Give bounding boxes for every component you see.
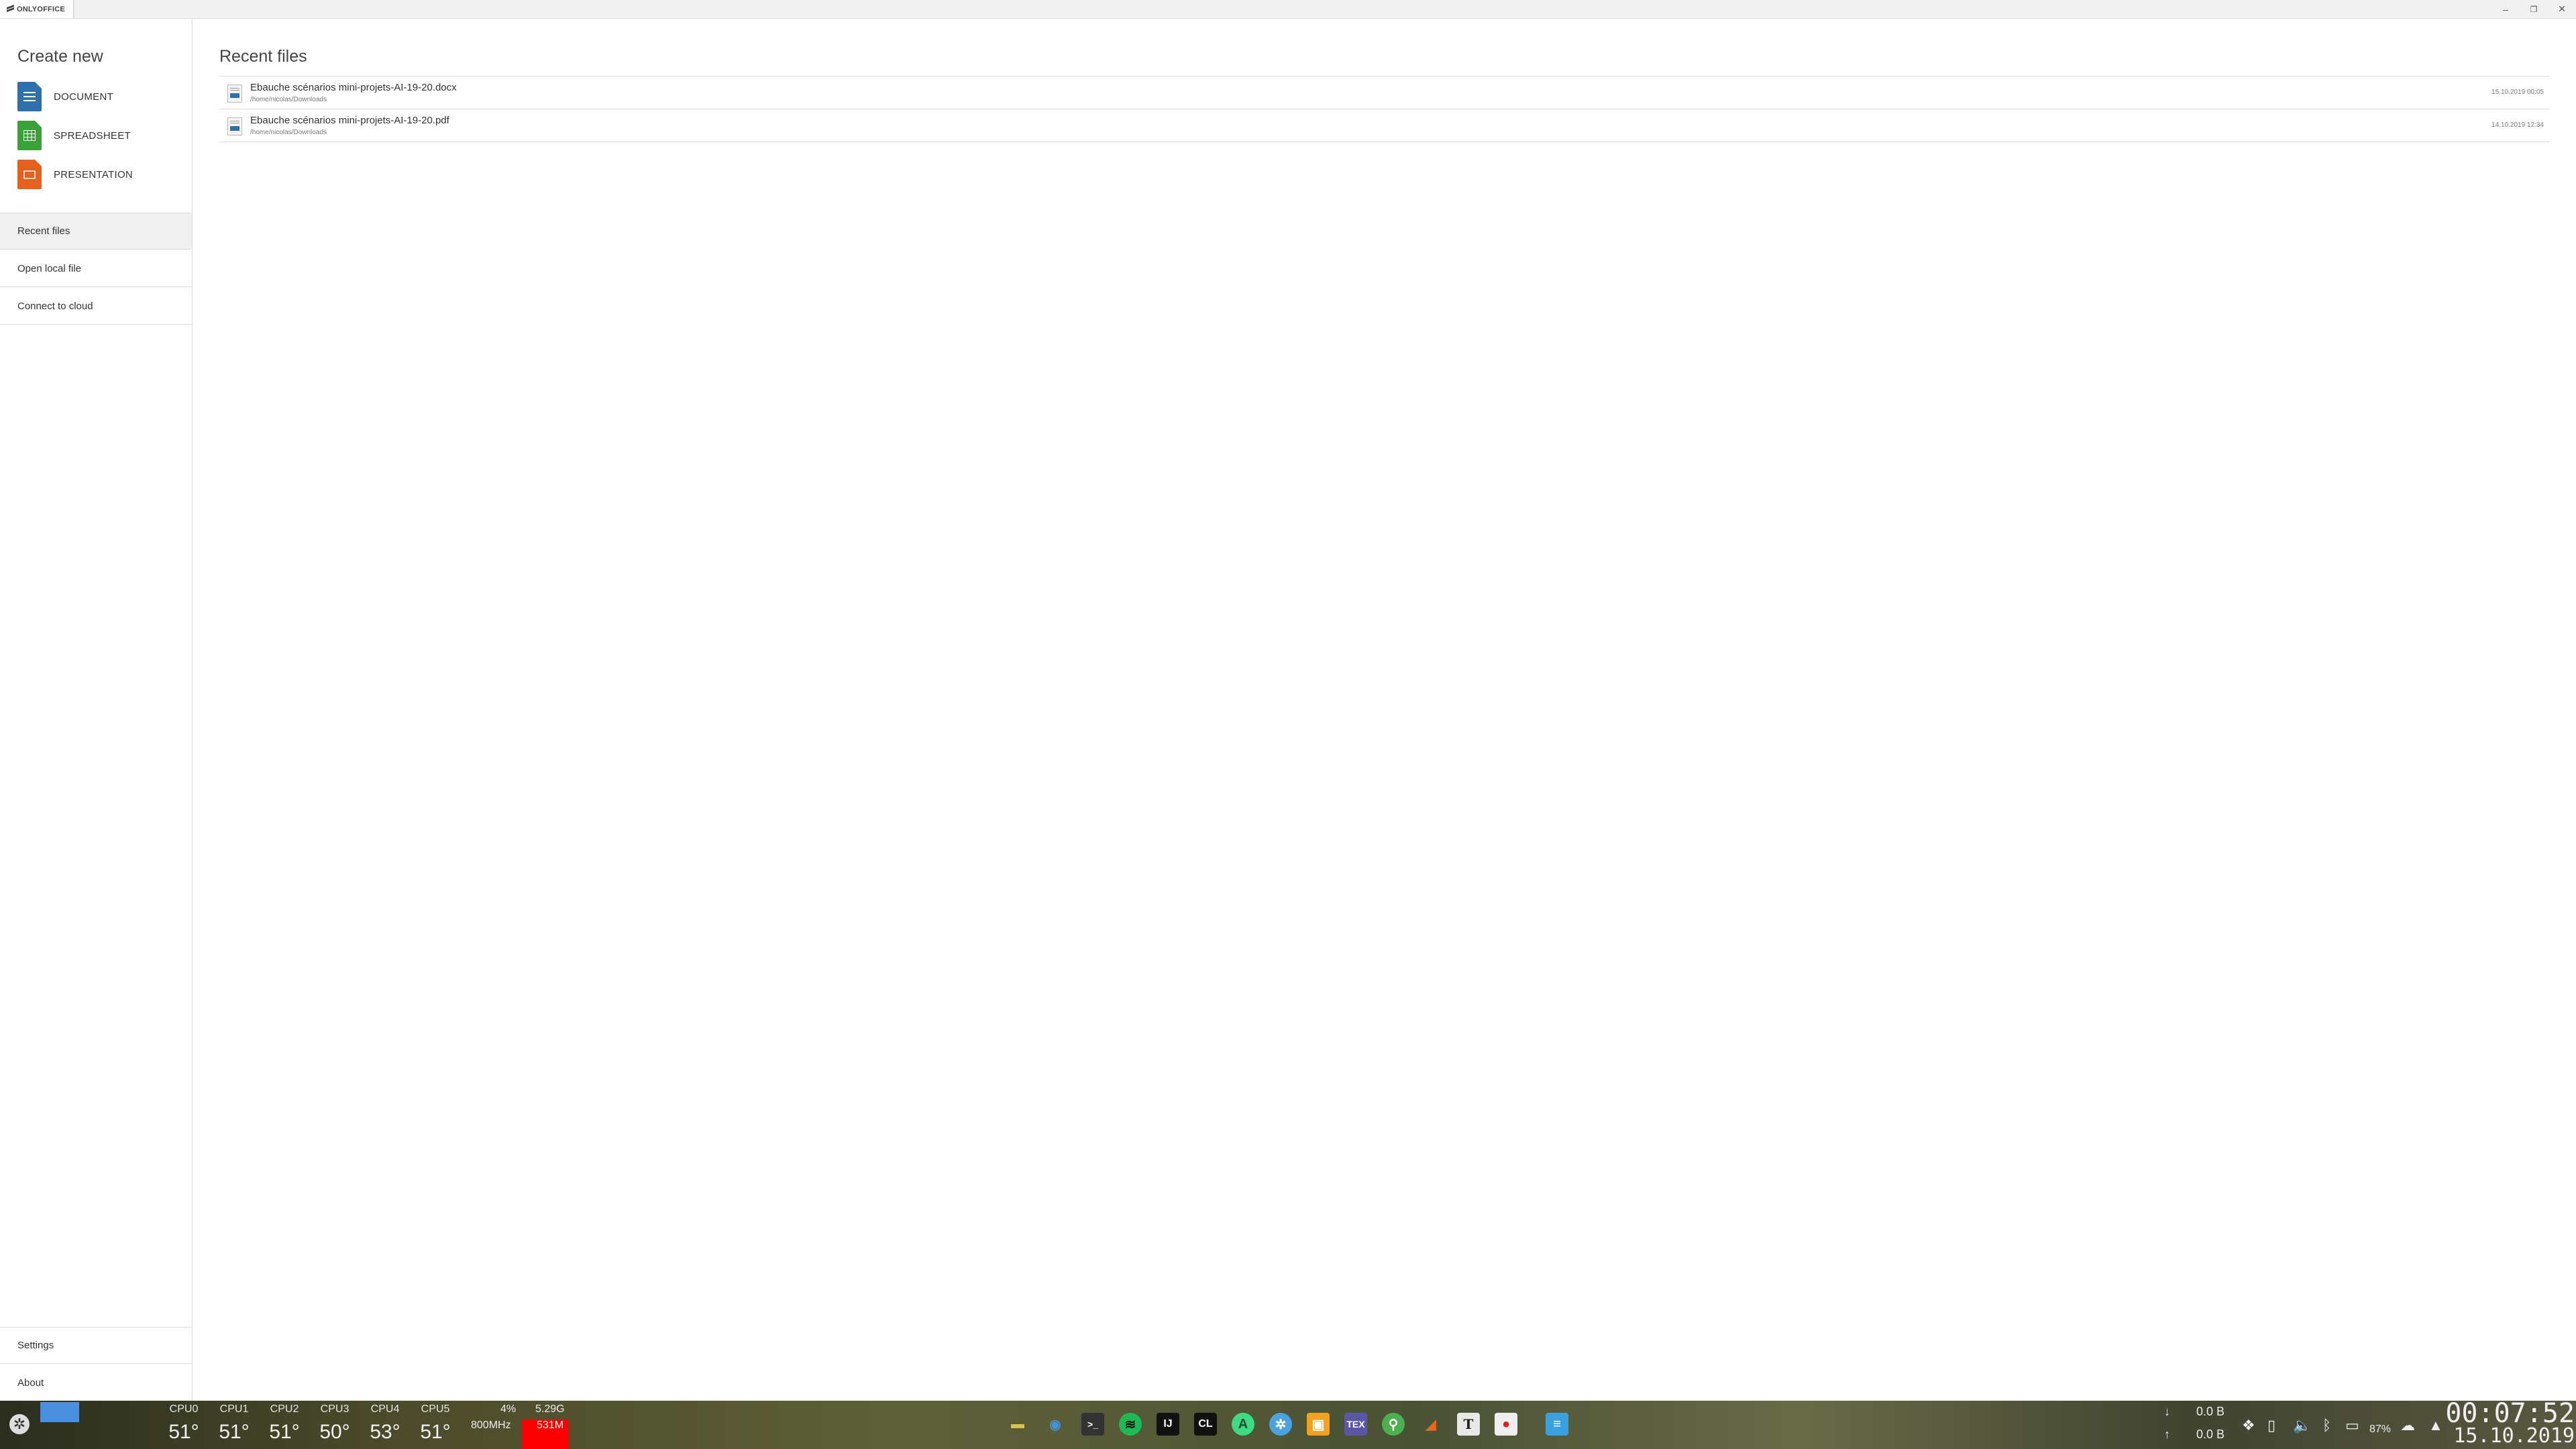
cpu-temp: 51° bbox=[219, 1421, 250, 1443]
app-tab[interactable]: ONLYOFFICE bbox=[0, 0, 74, 18]
spreadsheet-icon bbox=[17, 121, 42, 150]
cpu-name: CPU1 bbox=[219, 1403, 249, 1415]
create-document-label: DOCUMENT bbox=[54, 91, 114, 103]
clion-icon[interactable]: CL bbox=[1194, 1413, 1217, 1436]
android-studio-icon[interactable]: A bbox=[1232, 1413, 1254, 1436]
clock-time: 00:07:52 bbox=[2445, 1401, 2575, 1429]
document-icon bbox=[17, 82, 42, 111]
file-icon bbox=[227, 85, 242, 103]
onlyoffice-logo-icon bbox=[7, 4, 14, 13]
file-path: /home/nicolas/Downloads bbox=[250, 129, 327, 136]
system-taskbar: ✲ CPU0 51° CPU1 51° CPU2 51° CPU3 50° CP… bbox=[0, 1401, 2576, 1449]
tray-expand-icon[interactable]: ▲ bbox=[2428, 1417, 2443, 1434]
onlyoffice-icon[interactable]: ≡ bbox=[1546, 1413, 1568, 1436]
vpn-icon[interactable]: ✲ bbox=[1269, 1413, 1292, 1436]
app-name: ONLYOFFICE bbox=[17, 5, 65, 13]
upload-arrow-icon: ↑ bbox=[2164, 1428, 2170, 1441]
minimize-button[interactable]: – bbox=[2491, 0, 2520, 18]
cpu-name: CPU5 bbox=[421, 1403, 450, 1415]
cpu-name: CPU4 bbox=[370, 1403, 400, 1415]
battery-percent: 87% bbox=[2369, 1424, 2392, 1435]
volume-icon[interactable]: 🔈 bbox=[2293, 1417, 2311, 1434]
cpu-monitor: CPU3 50° bbox=[311, 1401, 359, 1449]
window-titlebar: ONLYOFFICE – ❐ ✕ bbox=[0, 0, 2576, 19]
presentation-icon bbox=[17, 160, 42, 189]
clock-date: 15.10.2019 bbox=[2453, 1424, 2575, 1448]
folder-app-icon[interactable]: ▣ bbox=[1307, 1413, 1330, 1436]
cpu-name: CPU3 bbox=[320, 1403, 350, 1415]
workspace-indicator[interactable] bbox=[40, 1402, 79, 1422]
clock[interactable]: 00:07:52 15.10.2019 bbox=[2445, 1401, 2575, 1446]
recent-file-row[interactable]: Ebauche scénarios mini-projets-AI-19-20.… bbox=[219, 109, 2549, 142]
file-date: 15.10.2019 00:05 bbox=[2491, 89, 2544, 96]
close-button[interactable]: ✕ bbox=[2548, 0, 2576, 18]
net-upload: 0.0 B bbox=[2196, 1428, 2225, 1441]
memory-total: 5.29G bbox=[535, 1403, 565, 1415]
cpu-monitor: CPU4 53° bbox=[361, 1401, 409, 1449]
cpu-monitor: CPU0 51° bbox=[160, 1401, 208, 1449]
nav-open-local-file[interactable]: Open local file bbox=[0, 250, 192, 287]
display-icon[interactable]: ▯ bbox=[2267, 1417, 2275, 1434]
chrome-icon[interactable]: ◉ bbox=[1044, 1413, 1067, 1436]
intellij-icon[interactable]: IJ bbox=[1157, 1413, 1179, 1436]
cpu-monitor: CPU2 51° bbox=[260, 1401, 309, 1449]
file-date: 14.10.2019 12:34 bbox=[2491, 121, 2544, 129]
keepass-icon[interactable]: ⚲ bbox=[1382, 1413, 1405, 1436]
file-path: /home/nicolas/Downloads bbox=[250, 96, 327, 103]
create-new-title: Create new bbox=[17, 47, 103, 66]
typora-icon[interactable]: T bbox=[1457, 1413, 1480, 1436]
cpu-monitor: CPU1 51° bbox=[210, 1401, 258, 1449]
create-presentation-label: PRESENTATION bbox=[54, 168, 133, 180]
terminal-icon[interactable]: >_ bbox=[1081, 1413, 1104, 1436]
file-manager-icon[interactable]: ▬ bbox=[1006, 1413, 1029, 1436]
cpu-temp: 51° bbox=[269, 1421, 300, 1443]
cpu-temp: 53° bbox=[370, 1421, 400, 1443]
create-document-button[interactable]: DOCUMENT bbox=[17, 82, 113, 111]
bluetooth-icon[interactable]: ᛒ bbox=[2322, 1417, 2331, 1434]
file-name: Ebauche scénarios mini-projets-AI-19-20.… bbox=[250, 115, 449, 126]
cpu-temp: 51° bbox=[168, 1421, 199, 1443]
nav-about[interactable]: About bbox=[0, 1364, 192, 1401]
cpu-load: 4% bbox=[500, 1403, 517, 1415]
recent-file-row[interactable]: Ebauche scénarios mini-projets-AI-19-20.… bbox=[219, 76, 2549, 109]
create-presentation-button[interactable]: PRESENTATION bbox=[17, 160, 133, 189]
matlab-icon[interactable]: ◢ bbox=[1419, 1413, 1442, 1436]
cpu-name: CPU2 bbox=[270, 1403, 299, 1415]
nav-recent-files[interactable]: Recent files bbox=[0, 213, 192, 250]
nav-settings[interactable]: Settings bbox=[0, 1327, 192, 1364]
restore-button[interactable]: ❐ bbox=[2520, 0, 2548, 18]
page-title: Recent files bbox=[219, 47, 307, 66]
file-icon bbox=[227, 117, 242, 136]
memory-used: 531M bbox=[537, 1419, 564, 1431]
download-arrow-icon: ↓ bbox=[2164, 1405, 2170, 1418]
cpu-monitor: CPU5 51° bbox=[411, 1401, 460, 1449]
file-name: Ebauche scénarios mini-projets-AI-19-20.… bbox=[250, 82, 457, 93]
create-spreadsheet-label: SPREADSHEET bbox=[54, 129, 131, 142]
dropbox-icon[interactable]: ❖ bbox=[2242, 1417, 2255, 1434]
cpu-temp: 50° bbox=[319, 1421, 350, 1443]
weather-icon[interactable]: ☁ bbox=[2400, 1417, 2415, 1434]
create-spreadsheet-button[interactable]: SPREADSHEET bbox=[17, 121, 131, 150]
recorder-icon[interactable]: ● bbox=[1495, 1413, 1517, 1436]
spotify-icon[interactable]: ≋ bbox=[1119, 1413, 1142, 1436]
tex-icon[interactable]: TEX bbox=[1344, 1413, 1367, 1436]
cpu-name: CPU0 bbox=[169, 1403, 199, 1415]
net-download: 0.0 B bbox=[2196, 1405, 2225, 1418]
battery-icon[interactable]: ▭ bbox=[2345, 1417, 2359, 1434]
nav-connect-to-cloud[interactable]: Connect to cloud bbox=[0, 288, 192, 325]
cpu-temp: 51° bbox=[420, 1421, 451, 1443]
cpu-frequency: 800MHz bbox=[471, 1419, 511, 1431]
start-menu-icon[interactable]: ✲ bbox=[9, 1414, 30, 1434]
sidebar: Create new DOCUMENT SPREADSHEET PRESENTA… bbox=[0, 19, 193, 1401]
